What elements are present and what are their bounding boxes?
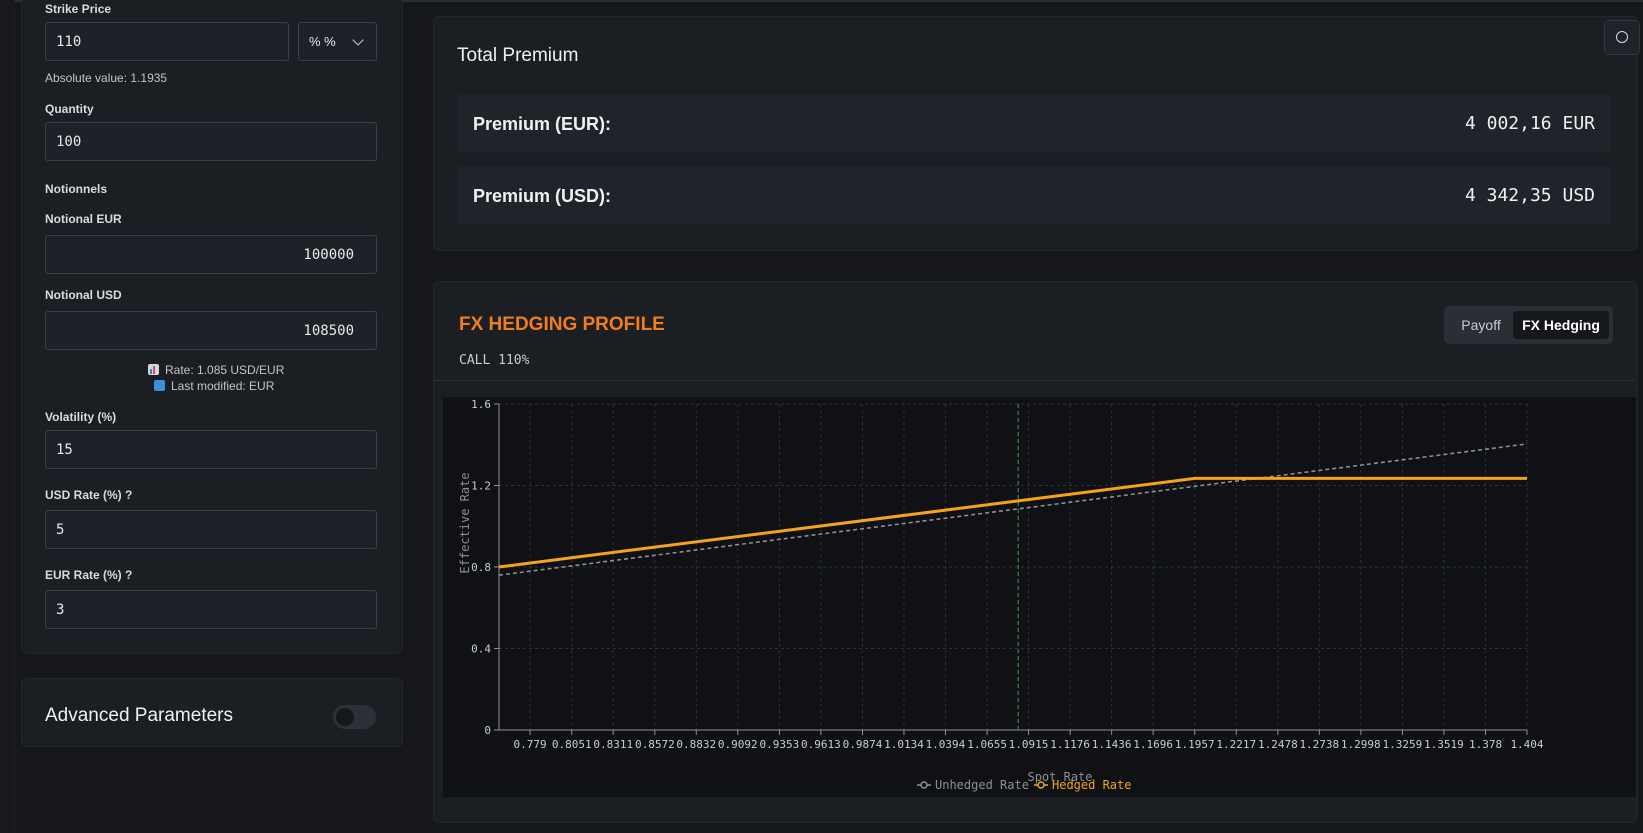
refresh-icon [154, 380, 165, 391]
left-edge-strip [0, 0, 15, 833]
premium-usd-row: Premium (USD): 4 342,35 USD [457, 166, 1611, 224]
chevron-down-icon [352, 34, 364, 46]
legend-unhedged-label: Unhedged Rate [935, 778, 1029, 792]
x-tick-label: 1.1176 [1050, 738, 1090, 751]
x-tick-label: 1.3259 [1383, 738, 1423, 751]
x-tick-label: 0.8051 [552, 738, 592, 751]
advanced-parameters-toggle[interactable] [333, 705, 376, 729]
notional-usd-label: Notional USD [45, 288, 122, 302]
y-tick-label: 0.4 [471, 643, 491, 656]
chart-emoji-icon [148, 364, 159, 375]
legend-unhedged-marker [920, 781, 928, 789]
y-tick-label: 1.2 [471, 480, 491, 493]
premium-usd-value: 4 342,35 USD [1464, 185, 1595, 206]
total-premium-title: Total Premium [457, 45, 579, 66]
premium-eur-value: 4 002,16 EUR [1464, 113, 1595, 134]
usd-rate-input[interactable]: 5 [45, 510, 377, 549]
last-modified-info: Last modified: EUR [154, 379, 274, 393]
rate-text: Rate: 1.085 USD/EUR [165, 363, 285, 377]
chart-background [443, 397, 1636, 797]
profile-title: FX HEDGING PROFILE [459, 314, 665, 335]
y-tick-label: 1.6 [471, 398, 491, 411]
quantity-input[interactable]: 100 [45, 122, 377, 161]
x-tick-label: 1.0394 [926, 738, 966, 751]
x-tick-label: 1.0655 [967, 738, 1007, 751]
volatility-label: Volatility (%) [45, 410, 117, 424]
theme-icon [1616, 31, 1628, 43]
x-tick-label: 0.9613 [801, 738, 841, 751]
x-tick-label: 1.2738 [1299, 738, 1339, 751]
eur-rate-label: EUR Rate (%) ? [45, 568, 133, 582]
strike-price-input[interactable]: 110 [45, 22, 289, 61]
advanced-parameters-label: Advanced Parameters [45, 705, 233, 726]
usd-rate-label: USD Rate (%) ? [45, 488, 133, 502]
x-tick-label: 1.2217 [1216, 738, 1256, 751]
x-tick-label: 1.1957 [1175, 738, 1215, 751]
premium-usd-label: Premium (USD): [473, 186, 612, 206]
tab-fx-hedging[interactable]: FX Hedging [1513, 311, 1609, 339]
x-tick-label: 1.2478 [1258, 738, 1298, 751]
x-tick-label: 1.1436 [1092, 738, 1132, 751]
x-tick-label: 1.0134 [884, 738, 924, 751]
profile-subtitle: CALL 110% [459, 353, 530, 368]
quantity-label: Quantity [45, 102, 94, 116]
x-tick-label: 0.8572 [635, 738, 675, 751]
tab-payoff[interactable]: Payoff [1449, 311, 1513, 339]
y-tick-label: 0.8 [471, 561, 491, 574]
x-tick-label: 0.9353 [760, 738, 800, 751]
theme-toggle-button[interactable] [1604, 20, 1640, 55]
x-tick-label: 1.3519 [1424, 738, 1464, 751]
strike-unit-value: % % [309, 34, 336, 49]
premium-eur-label: Premium (EUR): [473, 114, 612, 134]
x-tick-label: 0.8832 [676, 738, 716, 751]
toggle-knob [336, 708, 354, 726]
absolute-value-text: Absolute value: 1.1935 [45, 71, 168, 85]
x-tick-label: 0.9874 [843, 738, 883, 751]
x-tick-label: 1.404 [1510, 738, 1543, 751]
notional-eur-input[interactable]: 100000 [45, 235, 377, 274]
notionnels-heading: Notionnels [45, 182, 107, 196]
legend-hedged-label: Hedged Rate [1052, 778, 1131, 792]
fx-hedging-chart: 0.779 0.8051 0.8311 0.8572 0.8832 0.9092 0.935… [443, 397, 1636, 797]
volatility-input[interactable]: 15 [45, 430, 377, 469]
chart-mode-toggle: Payoff FX Hedging [1444, 306, 1613, 344]
strike-price-label: Strike Price [45, 2, 112, 16]
legend-hedged-marker [1037, 781, 1045, 789]
x-tick-label: 0.779 [514, 738, 547, 751]
notional-usd-input[interactable]: 108500 [45, 311, 377, 350]
rate-info: Rate: 1.085 USD/EUR [148, 363, 284, 377]
strike-unit-select[interactable]: % % [298, 22, 377, 61]
x-tick-label: 1.378 [1469, 738, 1502, 751]
premium-eur-row: Premium (EUR): 4 002,16 EUR [457, 94, 1611, 152]
chart-legend: Unhedged Rate Hedged Rate [917, 778, 1131, 792]
x-tick-label: 0.8311 [593, 738, 633, 751]
y-axis-label: Effective Rate [458, 472, 472, 573]
x-tick-label: 1.2998 [1341, 738, 1381, 751]
y-tick-label: 0 [484, 724, 491, 737]
last-modified-text: Last modified: EUR [171, 379, 275, 393]
x-tick-label: 0.9092 [718, 738, 758, 751]
eur-rate-input[interactable]: 3 [45, 590, 377, 629]
profile-divider [434, 380, 1635, 381]
notional-eur-label: Notional EUR [45, 212, 122, 226]
x-tick-label: 1.0915 [1009, 738, 1049, 751]
x-tick-label: 1.1696 [1133, 738, 1173, 751]
